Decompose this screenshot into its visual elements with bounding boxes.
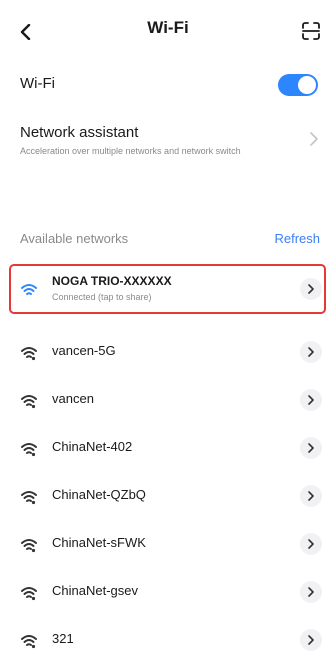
network-details-button[interactable] — [300, 485, 322, 507]
network-name: ChinaNet-402 — [52, 439, 133, 454]
network-item[interactable]: NOGA TRIO-XXXXXX Connected (tap to share) — [0, 266, 336, 314]
wifi-label: Wi-Fi — [20, 75, 55, 92]
chevron-right-icon — [308, 491, 314, 501]
toggle-knob — [298, 76, 316, 94]
wifi-signal-icon — [21, 284, 37, 295]
network-status: Connected (tap to share) — [52, 292, 152, 302]
chevron-right-icon — [308, 347, 314, 357]
wifi-toggle-row: Wi-Fi — [0, 66, 336, 102]
network-item[interactable]: ChinaNet-402 — [0, 425, 336, 473]
network-details-button[interactable] — [300, 389, 322, 411]
chevron-right-icon — [308, 539, 314, 549]
network-name: NOGA TRIO-XXXXXX — [52, 274, 172, 288]
network-assistant-row[interactable]: Network assistant Acceleration over mult… — [0, 118, 336, 168]
wifi-signal-icon — [21, 491, 37, 505]
wifi-signal-icon — [21, 587, 37, 601]
network-item[interactable]: vancen — [0, 377, 336, 425]
network-item[interactable]: ChinaNet-gsev — [0, 569, 336, 617]
network-details-button[interactable] — [300, 629, 322, 651]
chevron-right-icon — [310, 132, 318, 151]
network-name: vancen — [52, 391, 94, 406]
chevron-right-icon — [308, 635, 314, 645]
network-name: vancen-5G — [52, 343, 116, 358]
network-details-button[interactable] — [300, 278, 322, 300]
network-assistant-description: Acceleration over multiple networks and … — [20, 146, 241, 156]
network-item[interactable]: ChinaNet-sFWK — [0, 521, 336, 569]
network-name: 321 — [52, 631, 74, 646]
network-item[interactable]: 321 — [0, 617, 336, 665]
chevron-right-icon — [308, 587, 314, 597]
network-item[interactable]: ChinaNet-QZbQ — [0, 473, 336, 521]
wifi-signal-icon — [21, 443, 37, 457]
top-bar: Wi-Fi — [0, 0, 336, 56]
refresh-button[interactable]: Refresh — [274, 231, 320, 246]
chevron-right-icon — [308, 443, 314, 453]
wifi-toggle[interactable] — [278, 74, 318, 96]
network-name: ChinaNet-sFWK — [52, 535, 146, 550]
scan-button[interactable] — [298, 18, 324, 44]
network-assistant-label: Network assistant — [20, 124, 139, 141]
wifi-signal-icon — [21, 635, 37, 649]
network-name: ChinaNet-QZbQ — [52, 487, 146, 502]
chevron-right-icon — [308, 284, 314, 294]
page-title: Wi-Fi — [147, 18, 189, 37]
network-details-button[interactable] — [300, 437, 322, 459]
available-networks-heading: Available networks — [20, 231, 129, 246]
network-details-button[interactable] — [300, 581, 322, 603]
network-details-button[interactable] — [300, 533, 322, 555]
wifi-signal-icon — [21, 539, 37, 553]
wifi-signal-icon — [21, 347, 37, 361]
wifi-signal-icon — [21, 395, 37, 409]
network-item[interactable]: vancen-5G — [0, 329, 336, 377]
chevron-right-icon — [308, 395, 314, 405]
network-name: ChinaNet-gsev — [52, 583, 138, 598]
scan-icon — [302, 22, 320, 40]
network-details-button[interactable] — [300, 341, 322, 363]
